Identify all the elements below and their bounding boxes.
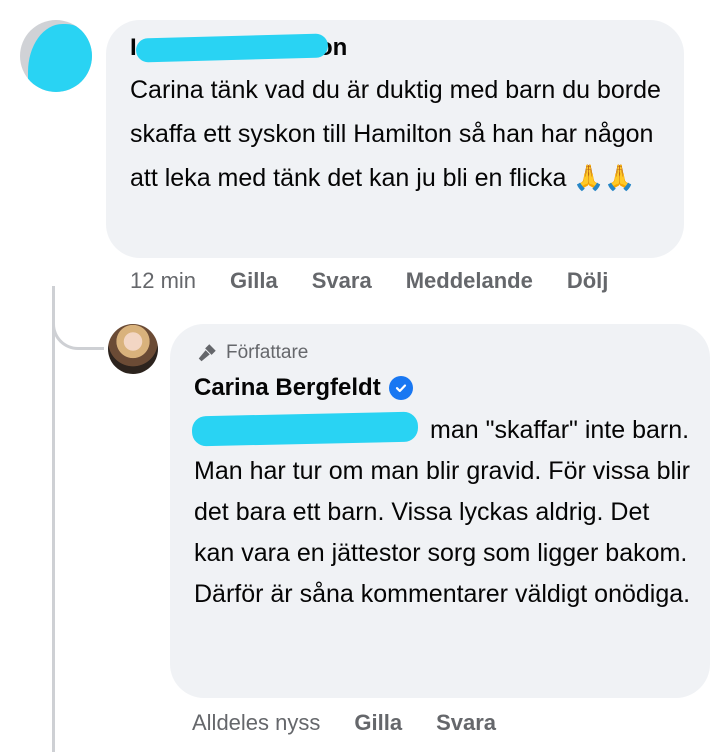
thread-line: [52, 286, 55, 752]
reply-button[interactable]: Svara: [312, 268, 372, 294]
comment-actions: 12 min Gilla Svara Meddelande Dölj: [130, 268, 642, 294]
verified-badge-icon: [388, 376, 413, 400]
reply-actions: Alldeles nyss Gilla Svara: [192, 710, 530, 736]
author-badge: Författare: [196, 342, 308, 364]
comment-text: Carina tänk vad du är duktig med barn du…: [130, 76, 661, 192]
name-redaction: [135, 33, 329, 63]
reply-author[interactable]: Carina Bergfeldt: [194, 374, 413, 402]
commenter-avatar[interactable]: [20, 20, 92, 92]
author-badge-label: Författare: [226, 342, 309, 363]
hide-button[interactable]: Dölj: [567, 268, 609, 294]
message-button[interactable]: Meddelande: [406, 268, 533, 294]
reply-text: man "skaffar" inte barn. Man har tur om …: [194, 416, 691, 608]
author-avatar[interactable]: [108, 324, 158, 374]
thread-connector: [52, 300, 104, 350]
comment-bubble: I on Carina tänk vad du är duktig med ba…: [106, 20, 684, 258]
microphone-icon: [198, 344, 216, 362]
reply-like-button[interactable]: Gilla: [354, 710, 402, 736]
comment-thread: I on Carina tänk vad du är duktig med ba…: [0, 0, 720, 752]
redaction-mark: [28, 24, 92, 92]
reply-reply-button[interactable]: Svara: [436, 710, 496, 736]
like-button[interactable]: Gilla: [230, 268, 278, 294]
reply-bubble: Författare Carina Bergfeldt man "skaffar…: [170, 324, 710, 698]
comment-timestamp[interactable]: 12 min: [130, 268, 196, 294]
reply-author-name: Carina Bergfeldt: [194, 374, 381, 401]
reply-timestamp[interactable]: Alldeles nyss: [192, 710, 320, 736]
